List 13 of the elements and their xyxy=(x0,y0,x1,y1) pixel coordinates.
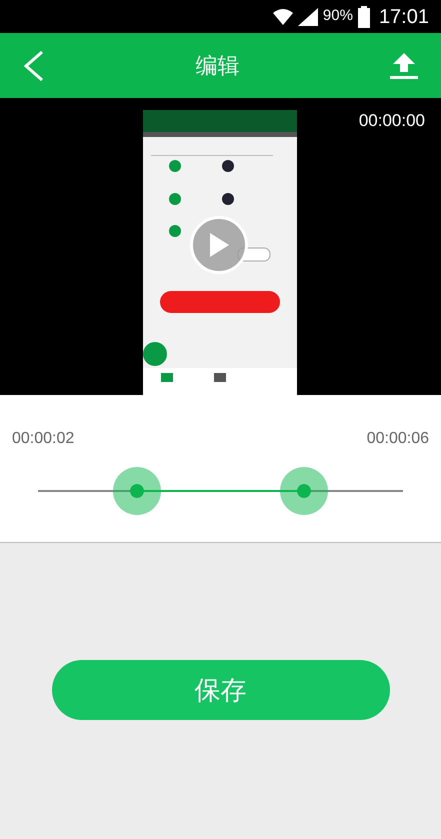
save-button[interactable]: 保存 xyxy=(52,660,390,720)
start-time: 00:00:02 xyxy=(12,429,74,449)
screen-title: 编辑 xyxy=(196,52,240,80)
clock: 17:01 xyxy=(378,4,429,30)
upload-icon[interactable] xyxy=(389,52,419,80)
signal-icon xyxy=(298,8,318,26)
end-time: 00:00:06 xyxy=(366,429,429,449)
back-icon[interactable] xyxy=(22,50,46,82)
battery-icon xyxy=(358,6,370,28)
video-timestamp: 00:00:00 xyxy=(358,110,425,132)
play-icon xyxy=(208,232,230,258)
wifi-icon xyxy=(272,8,293,26)
battery-percent: 90% xyxy=(322,6,353,26)
